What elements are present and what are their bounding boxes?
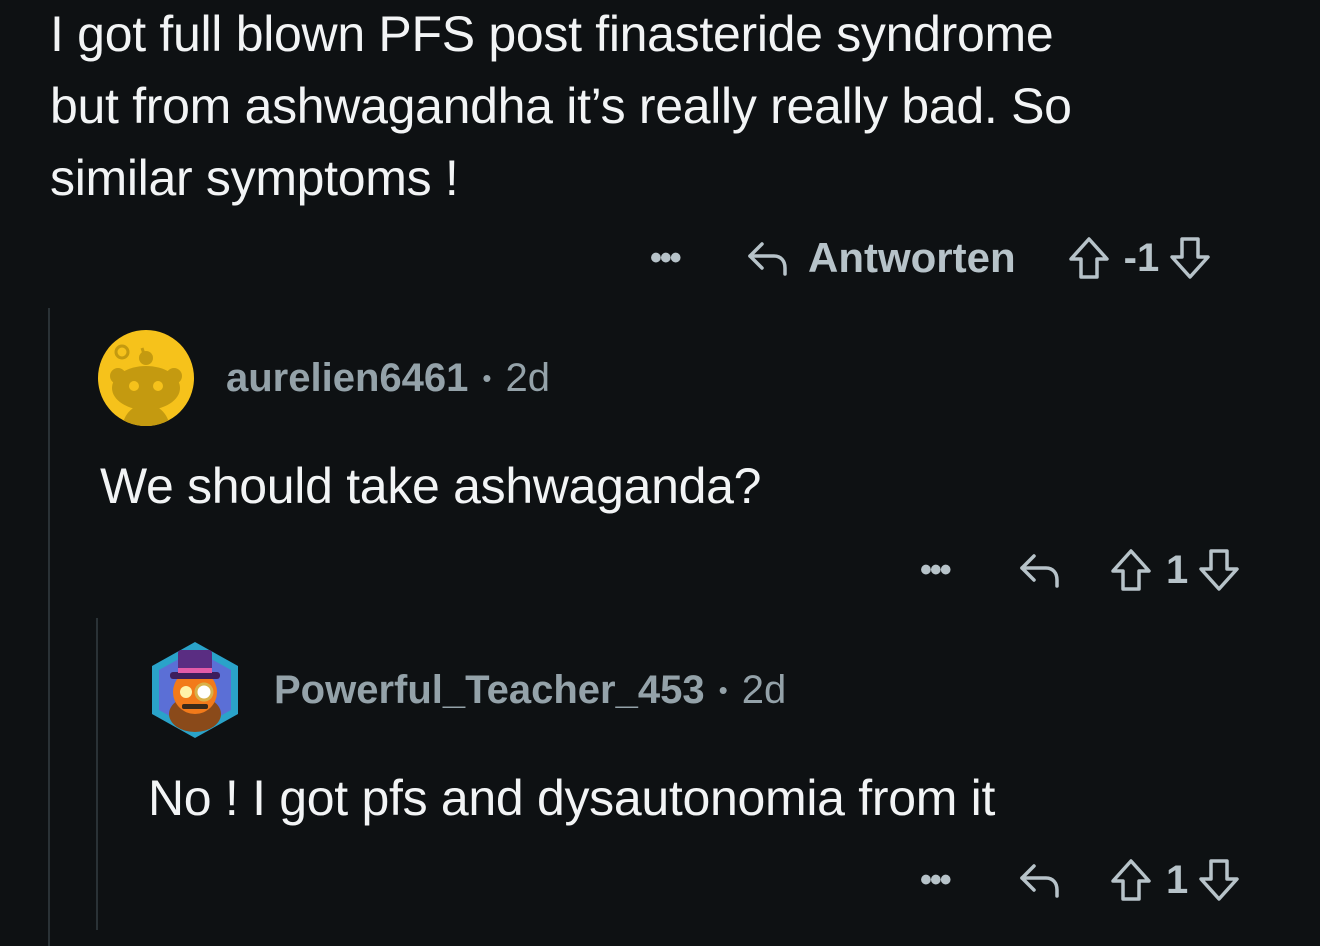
meta-separator: •	[718, 674, 728, 705]
upvote-icon[interactable]	[1066, 235, 1112, 281]
avatar[interactable]	[98, 330, 194, 426]
thread-line[interactable]	[48, 308, 50, 946]
comment-line: similar symptoms !	[50, 150, 459, 206]
downvote-icon[interactable]	[1167, 235, 1213, 281]
reply-label: Antworten	[808, 234, 1016, 281]
thread-line[interactable]	[96, 618, 98, 930]
reply-arrow-icon[interactable]	[1016, 550, 1062, 590]
more-options-button[interactable]: •••	[920, 551, 968, 590]
comment-actions: ••• 1	[920, 540, 1242, 600]
reply-button[interactable]: Antworten	[744, 234, 1016, 282]
comment-age[interactable]: 2d	[742, 668, 787, 713]
avatar[interactable]	[148, 640, 242, 740]
downvote-icon[interactable]	[1196, 547, 1242, 593]
comment-line: but from ashwagandha it’s really really …	[50, 78, 1072, 134]
reply-arrow-icon[interactable]	[1016, 860, 1062, 900]
snoo-avatar-icon	[98, 330, 194, 426]
comment-actions: ••• 1	[920, 850, 1242, 910]
comment-body: We should take ashwaganda?	[100, 458, 762, 514]
comment-body: No ! I got pfs and dysautonomia from it	[148, 770, 996, 826]
comment-actions-top: ••• Antworten -1	[650, 228, 1213, 288]
comment-meta: Powerful_Teacher_453 • 2d	[274, 664, 786, 716]
meta-separator: •	[482, 362, 492, 393]
upvote-icon[interactable]	[1108, 857, 1154, 903]
comment-line: I got full blown PFS post finasteride sy…	[50, 6, 1054, 62]
vote-score: -1	[1123, 235, 1160, 280]
comment-meta: aurelien6461 • 2d	[226, 352, 550, 404]
vote-score: 1	[1166, 547, 1189, 592]
vote-score: 1	[1166, 857, 1189, 902]
reply-arrow-icon	[748, 242, 787, 276]
more-options-button[interactable]: •••	[650, 239, 698, 278]
upvote-icon[interactable]	[1108, 547, 1154, 593]
comment-age[interactable]: 2d	[506, 356, 551, 401]
more-options-button[interactable]: •••	[920, 861, 968, 900]
comment-body-top: I got full blown PFS post finasteride sy…	[50, 0, 1310, 214]
username-link[interactable]: aurelien6461	[226, 356, 468, 401]
username-link[interactable]: Powerful_Teacher_453	[274, 668, 705, 713]
downvote-icon[interactable]	[1196, 857, 1242, 903]
top-hat-avatar-icon	[152, 642, 238, 738]
